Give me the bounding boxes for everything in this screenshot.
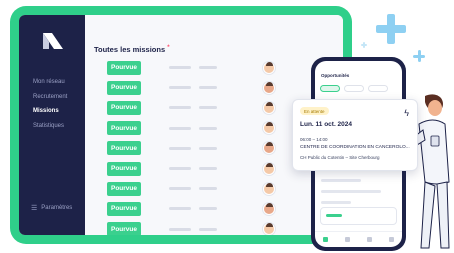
mission-card[interactable]: En attente ϟ Lun. 11 oct. 2024 06:00 – 1… [292, 99, 418, 171]
avatar [263, 202, 275, 215]
avatar [263, 162, 275, 175]
status-badge: Pourvue [107, 141, 141, 156]
medical-cross-icon [413, 50, 425, 62]
placeholder-text [199, 126, 217, 130]
mission-date: Lun. 11 oct. 2024 [300, 121, 353, 128]
placeholder-text [169, 66, 191, 69]
placeholder-line [321, 179, 361, 182]
status-badge: Pourvue [107, 100, 141, 115]
sidebar-nav: Mon réseau Recrutement Missions Statisti… [33, 78, 67, 136]
avatar [263, 81, 275, 94]
phone-nav-item[interactable] [345, 236, 351, 243]
placeholder-text [169, 106, 191, 110]
status-badge: Pourvue [107, 60, 141, 75]
mission-time: 06:00 – 14:00 [300, 137, 328, 142]
phone-header: Opportunités [321, 73, 350, 78]
placeholder-text [199, 86, 217, 90]
placeholder-line [321, 201, 351, 204]
table-row[interactable]: Pourvue [107, 79, 343, 96]
phone-nav-item[interactable] [366, 236, 372, 243]
status-badge: Pourvue [107, 161, 141, 176]
phone-nav-item[interactable] [323, 236, 329, 243]
status-badge: En attente [300, 107, 329, 115]
placeholder-text [199, 227, 217, 231]
mission-place: CENTRE DE COORDINATION EN CANCEROLO... [300, 145, 410, 150]
phone-bottom-nav [315, 231, 402, 247]
phone-tab[interactable] [344, 85, 364, 92]
home-icon [323, 236, 329, 242]
placeholder-text [169, 86, 191, 90]
medical-cross-icon [376, 14, 406, 44]
table-row[interactable]: Pourvue [107, 200, 343, 217]
phone-tabs [320, 85, 388, 92]
placeholder-text [169, 146, 191, 150]
placeholder-text [169, 187, 191, 191]
status-badge: Pourvue [107, 80, 141, 95]
sidebar-item-recrutement[interactable]: Recrutement [33, 93, 67, 108]
calendar-icon [345, 236, 351, 242]
avatar [263, 61, 275, 74]
medical-cross-icon [361, 42, 367, 48]
title-marker: * [167, 45, 170, 51]
phone-nav-item[interactable] [388, 236, 394, 243]
placeholder-text [199, 106, 217, 110]
status-badge: Pourvue [107, 201, 141, 216]
phone-mission-card[interactable] [320, 207, 397, 225]
placeholder-text [199, 207, 217, 211]
status-badge: Pourvue [107, 181, 141, 196]
avatar [263, 122, 275, 135]
sidebar: Mon réseau Recrutement Missions Statisti… [19, 15, 85, 235]
sidebar-settings-label: Paramètres [41, 205, 73, 211]
avatar [263, 142, 275, 155]
placeholder-text [199, 146, 217, 150]
placeholder-text [169, 227, 191, 231]
sidebar-item-mon-reseau[interactable]: Mon réseau [33, 78, 67, 93]
sidebar-item-missions[interactable]: Missions [33, 107, 67, 122]
chat-icon [366, 236, 372, 242]
placeholder-text [169, 167, 191, 170]
sidebar-item-statistiques[interactable]: Statistiques [33, 122, 67, 137]
placeholder-text [199, 187, 217, 191]
app-logo-icon [43, 33, 63, 49]
page-title: Toutes les missions * [94, 45, 170, 54]
placeholder-text [199, 66, 217, 69]
lightning-icon: ϟ [404, 108, 409, 118]
mission-site: CH Public du Cotentin – Site Cherbourg [300, 155, 380, 160]
placeholder-text [199, 167, 217, 170]
placeholder-text [169, 207, 191, 211]
avatar [263, 223, 275, 235]
phone-tab[interactable] [368, 85, 388, 92]
table-row[interactable]: Pourvue [107, 180, 343, 197]
status-badge: Pourvue [107, 121, 141, 136]
menu-icon: ☰ [31, 205, 38, 212]
avatar [263, 101, 275, 114]
placeholder-text [169, 126, 191, 130]
phone-tab[interactable] [320, 85, 340, 92]
table-row[interactable]: Pourvue [107, 221, 343, 235]
profile-icon [388, 236, 394, 242]
page-title-text: Toutes les missions [94, 45, 166, 54]
avatar [263, 182, 275, 195]
table-row[interactable]: Pourvue [107, 59, 343, 76]
placeholder-line [321, 190, 381, 193]
status-badge: Pourvue [107, 222, 141, 235]
sidebar-item-parametres[interactable]: ☰ Paramètres [31, 204, 72, 212]
